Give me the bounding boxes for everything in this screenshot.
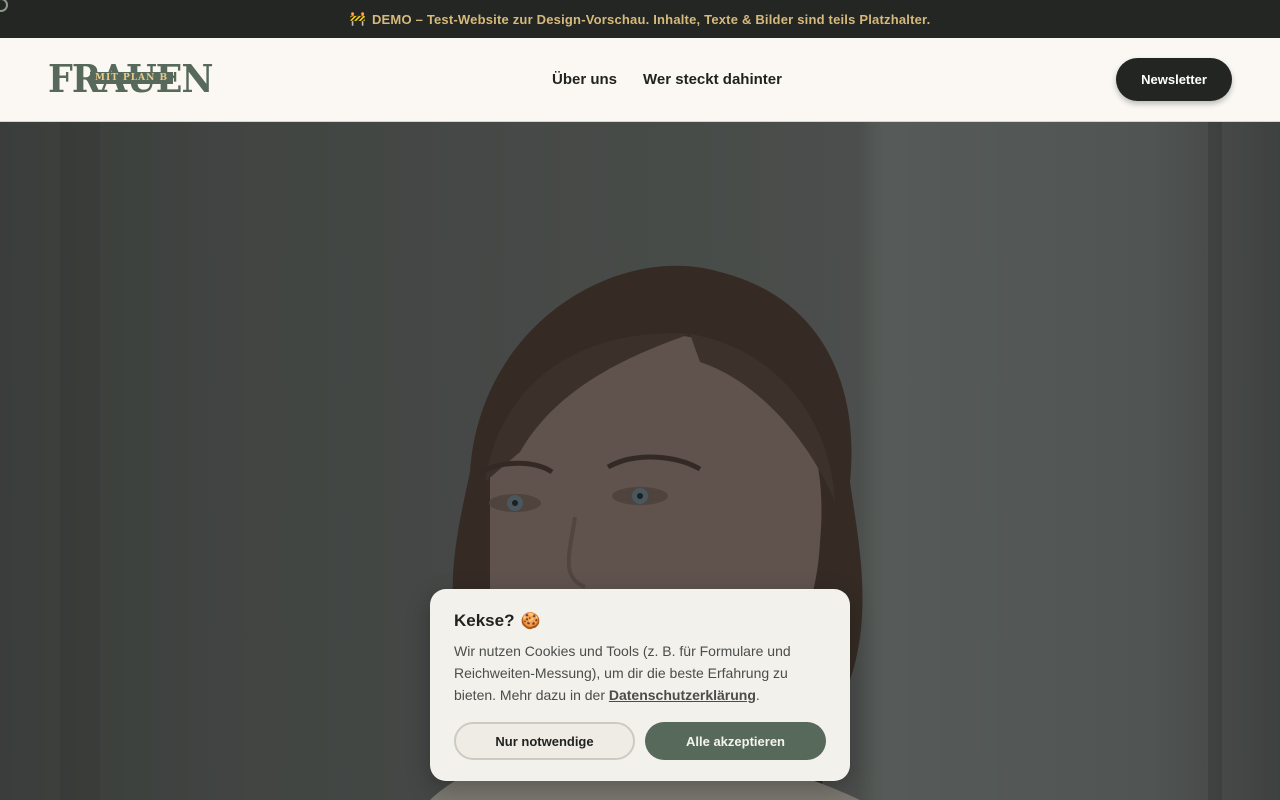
main-nav: Über uns Wer steckt dahinter: [552, 71, 782, 88]
construction-barrier-icon: 🚧: [349, 11, 366, 26]
loading-spinner-icon: [0, 0, 8, 12]
cookie-title-text: Kekse?: [454, 611, 515, 630]
demo-banner-text: DEMO – Test-Website zur Design-Vorschau.…: [371, 11, 931, 27]
cookie-text-end: .: [755, 687, 760, 703]
cookie-consent-dialog: Kekse? 🍪 Wir nutzen Cookies und Tools (z…: [430, 589, 850, 781]
cookie-icon: 🍪: [520, 613, 541, 630]
newsletter-button[interactable]: Newsletter: [1116, 58, 1232, 101]
demo-banner: 🚧 DEMO – Test-Website zur Design-Vorscha…: [0, 0, 1280, 38]
cookie-actions: Nur notwendige Alle akzeptieren: [454, 722, 826, 760]
cookie-dialog-title: Kekse? 🍪: [454, 611, 826, 631]
site-logo[interactable]: FRAUEN MIT PLAN B: [48, 58, 213, 100]
logo-tagline: MIT PLAN B: [90, 72, 174, 84]
site-header: FRAUEN MIT PLAN B Über uns Wer steckt da…: [0, 38, 1280, 122]
cookie-dialog-text: Wir nutzen Cookies und Tools (z. B. für …: [454, 640, 826, 706]
accept-all-button[interactable]: Alle akzeptieren: [645, 722, 826, 760]
necessary-only-button[interactable]: Nur notwendige: [454, 722, 635, 760]
privacy-policy-link[interactable]: Datenschutzerklärung: [609, 687, 756, 703]
nav-item-ueber-uns[interactable]: Über uns: [552, 71, 617, 88]
nav-item-wer-steckt-dahinter[interactable]: Wer steckt dahinter: [643, 71, 782, 88]
